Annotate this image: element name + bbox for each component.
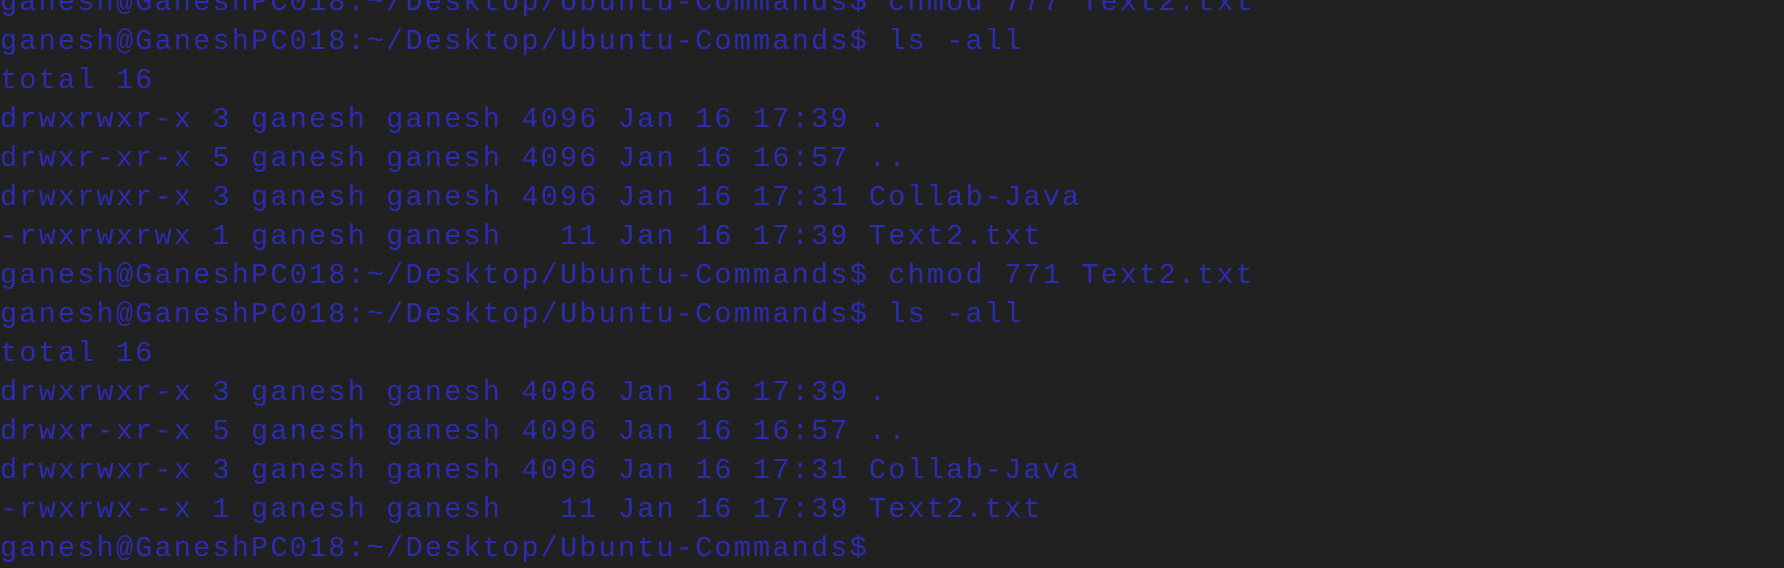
- terminal-line-output: drwxr-xr-x 5 ganesh ganesh 4096 Jan 16 1…: [0, 415, 908, 448]
- terminal-line-output: -rwxrwxrwx 1 ganesh ganesh 11 Jan 16 17:…: [0, 220, 1043, 253]
- terminal-line-output: drwxrwxr-x 3 ganesh ganesh 4096 Jan 16 1…: [0, 454, 1082, 487]
- terminal-line-output: -rwxrwx--x 1 ganesh ganesh 11 Jan 16 17:…: [0, 493, 1043, 526]
- terminal-line-output: total 16: [0, 64, 155, 97]
- terminal-line-output: drwxrwxr-x 3 ganesh ganesh 4096 Jan 16 1…: [0, 103, 889, 136]
- terminal-line-command: ganesh@GaneshPC018:~/Desktop/Ubuntu-Comm…: [0, 0, 1256, 19]
- terminal-prompt[interactable]: ganesh@GaneshPC018:~/Desktop/Ubuntu-Comm…: [0, 529, 1255, 568]
- terminal-output: ganesh@GaneshPC018:~/Desktop/Ubuntu-Comm…: [0, 0, 1255, 568]
- terminal-line-output: drwxrwxr-x 3 ganesh ganesh 4096 Jan 16 1…: [0, 376, 889, 409]
- terminal-line-command: ganesh@GaneshPC018:~/Desktop/Ubuntu-Comm…: [0, 298, 1024, 331]
- terminal-line-command: ganesh@GaneshPC018:~/Desktop/Ubuntu-Comm…: [0, 259, 1256, 292]
- terminal-line-output: drwxrwxr-x 3 ganesh ganesh 4096 Jan 16 1…: [0, 181, 1082, 214]
- terminal-line-output: drwxr-xr-x 5 ganesh ganesh 4096 Jan 16 1…: [0, 142, 908, 175]
- terminal-line-command: ganesh@GaneshPC018:~/Desktop/Ubuntu-Comm…: [0, 25, 1024, 58]
- terminal-window[interactable]: ganesh@GaneshPC018:~/Desktop/Ubuntu-Comm…: [0, 0, 1784, 568]
- terminal-line-output: total 16: [0, 337, 155, 370]
